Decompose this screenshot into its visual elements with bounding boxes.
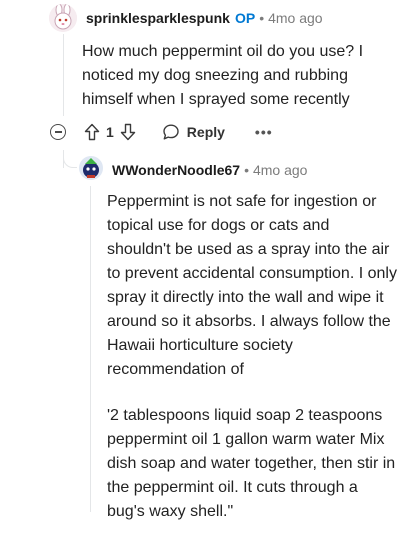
comment-body: Peppermint is not safe for ingestion or … (107, 190, 397, 546)
downvote-icon (120, 123, 135, 141)
more-options-icon[interactable]: ••• (255, 124, 273, 140)
reply-label: Reply (186, 124, 225, 140)
timestamp: 4mo ago (252, 162, 308, 178)
separator-dot: • (244, 162, 249, 178)
separator-dot: • (259, 10, 265, 26)
collapse-icon[interactable] (50, 124, 66, 140)
username[interactable]: sprinklesparklespunk (86, 10, 230, 26)
downvote-button[interactable] (120, 123, 136, 141)
username[interactable]: WWonderNoodle67 (112, 162, 240, 178)
comment-paragraph: Peppermint is not safe for ingestion or … (107, 193, 397, 378)
vote-count: 1 (106, 124, 114, 140)
comment-paragraph: '2 tablespoons liquid soap 2 teaspoons p… (107, 407, 396, 520)
thread-line-reply (90, 186, 91, 512)
comment-header: WWonderNoodle67 • 4mo ago (112, 162, 307, 178)
avatar[interactable] (79, 156, 103, 180)
reply-icon (163, 124, 179, 140)
upvote-button[interactable] (84, 123, 100, 141)
op-badge: OP (234, 10, 256, 26)
reply-button[interactable]: Reply (162, 123, 225, 141)
comment-body: How much peppermint oil do you use? I no… (82, 43, 364, 108)
comment-header: sprinklesparklespunk OP • 4mo ago (86, 10, 323, 26)
upvote-icon (84, 123, 100, 141)
avatar-snoo-icon (79, 156, 103, 180)
comment-actions: 1 Reply ••• (50, 120, 273, 144)
timestamp: 4mo ago (268, 10, 323, 26)
thread-line (63, 34, 64, 116)
avatar[interactable] (49, 4, 77, 32)
avatar-bunny-icon (49, 4, 77, 32)
thread-line-curve (63, 152, 77, 168)
